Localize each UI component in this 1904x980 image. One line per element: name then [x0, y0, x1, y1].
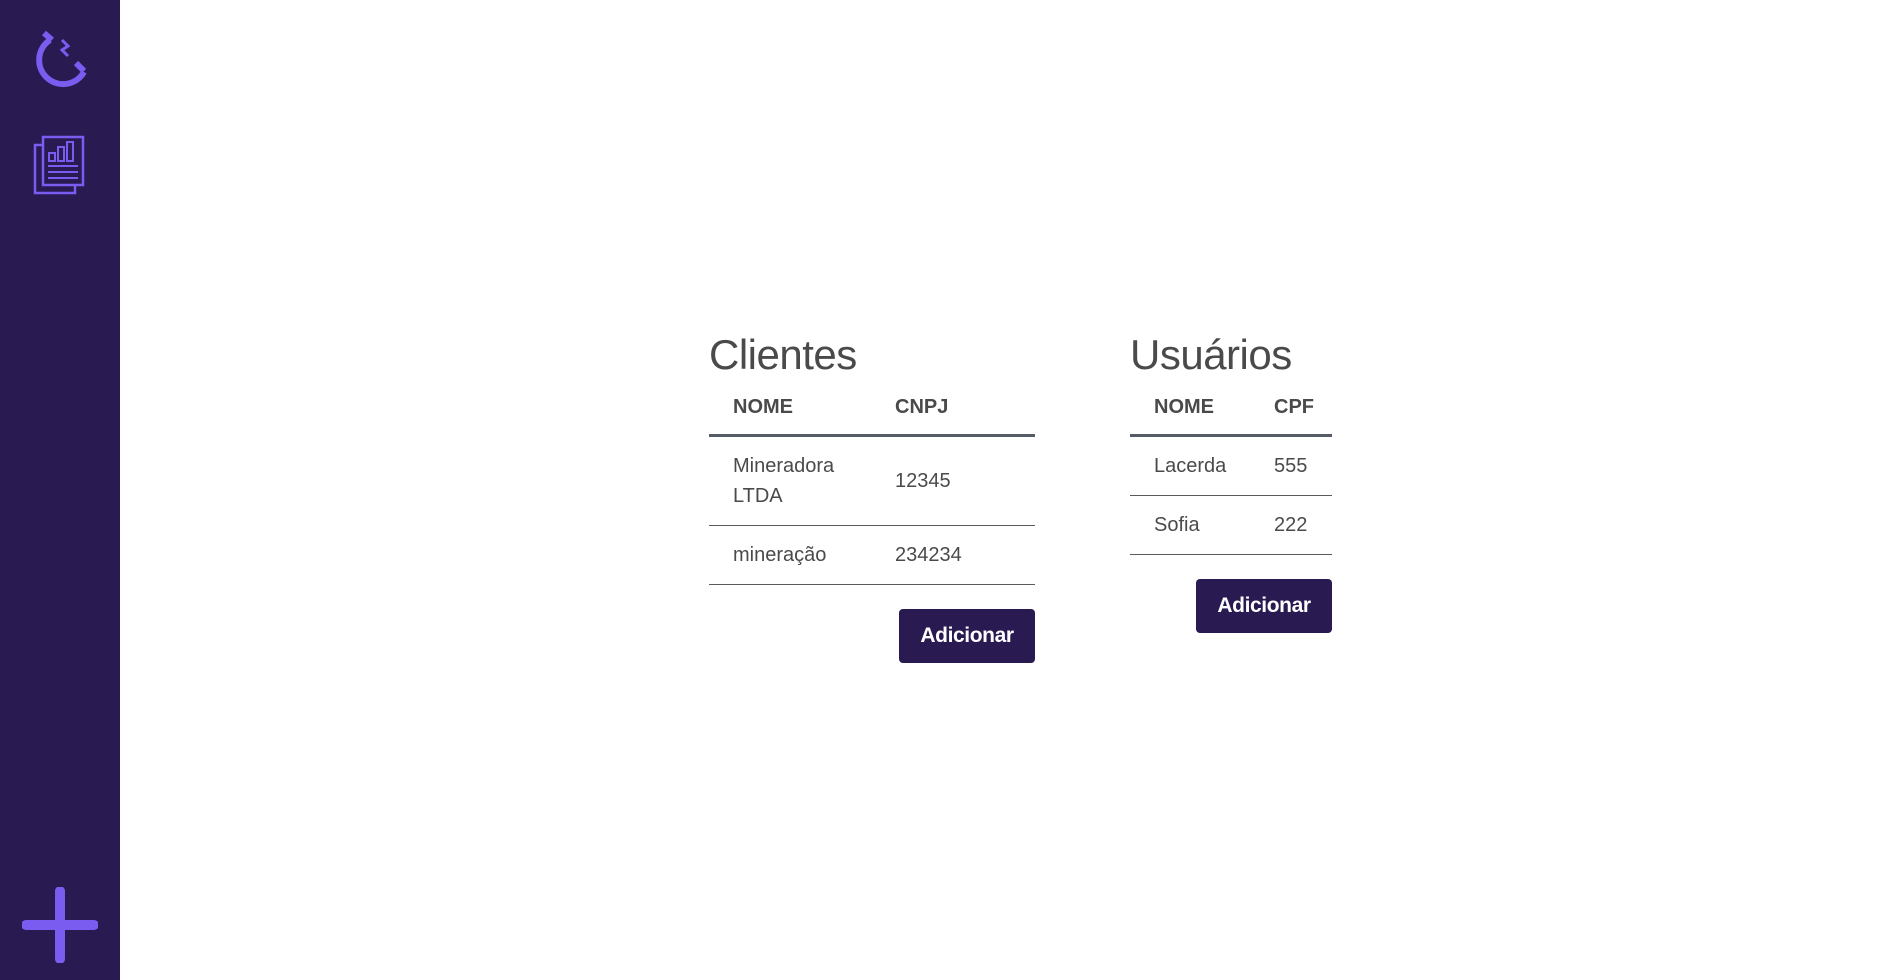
- table-row[interactable]: Lacerda 555: [1130, 435, 1332, 496]
- user-cpf-cell: 555: [1250, 435, 1332, 496]
- plus-icon: [21, 885, 99, 968]
- client-cnpj-cell: 12345: [871, 435, 1035, 526]
- client-name-cell: Mineradora LTDA: [709, 435, 871, 526]
- users-header-row: NOME CPF: [1130, 394, 1332, 437]
- users-panel: Usuários NOME CPF Lacerda 555 Sofia 222 …: [1130, 330, 1332, 633]
- column-header-cnpj: CNPJ: [871, 394, 1035, 437]
- users-title: Usuários: [1130, 331, 1292, 378]
- table-row[interactable]: Sofia 222: [1130, 495, 1332, 555]
- sidebar-item-home[interactable]: [0, 28, 120, 92]
- main-content: Clientes NOME CNPJ Mineradora LTDA 12345…: [120, 0, 1904, 980]
- add-user-button[interactable]: Adicionar: [1196, 579, 1332, 633]
- clients-actions: Adicionar: [709, 609, 1035, 663]
- user-name-cell: Sofia: [1130, 495, 1250, 555]
- add-client-button[interactable]: Adicionar: [899, 609, 1035, 663]
- clients-title: Clientes: [709, 331, 857, 378]
- clients-header-row: NOME CNPJ: [709, 394, 1035, 437]
- client-name-cell: mineração: [709, 525, 871, 585]
- column-header-nome: NOME: [1130, 394, 1250, 437]
- users-actions: Adicionar: [1130, 579, 1332, 633]
- table-row[interactable]: mineração 234234: [709, 525, 1035, 585]
- users-table: NOME CPF Lacerda 555 Sofia 222: [1130, 394, 1332, 555]
- user-name-cell: Lacerda: [1130, 435, 1250, 496]
- column-header-nome: NOME: [709, 394, 871, 437]
- sidebar: [0, 0, 120, 980]
- table-row[interactable]: Mineradora LTDA 12345: [709, 435, 1035, 526]
- clients-table: NOME CNPJ Mineradora LTDA 12345 mineraçã…: [709, 394, 1035, 585]
- magnet-icon: [28, 26, 92, 95]
- report-chart-icon: [32, 135, 88, 202]
- column-header-cpf: CPF: [1250, 394, 1332, 437]
- sidebar-item-reports[interactable]: [0, 135, 120, 202]
- sidebar-add-button[interactable]: [0, 885, 120, 968]
- app-root: Clientes NOME CNPJ Mineradora LTDA 12345…: [0, 0, 1904, 980]
- user-cpf-cell: 222: [1250, 495, 1332, 555]
- client-cnpj-cell: 234234: [871, 525, 1035, 585]
- clients-panel: Clientes NOME CNPJ Mineradora LTDA 12345…: [709, 330, 1035, 663]
